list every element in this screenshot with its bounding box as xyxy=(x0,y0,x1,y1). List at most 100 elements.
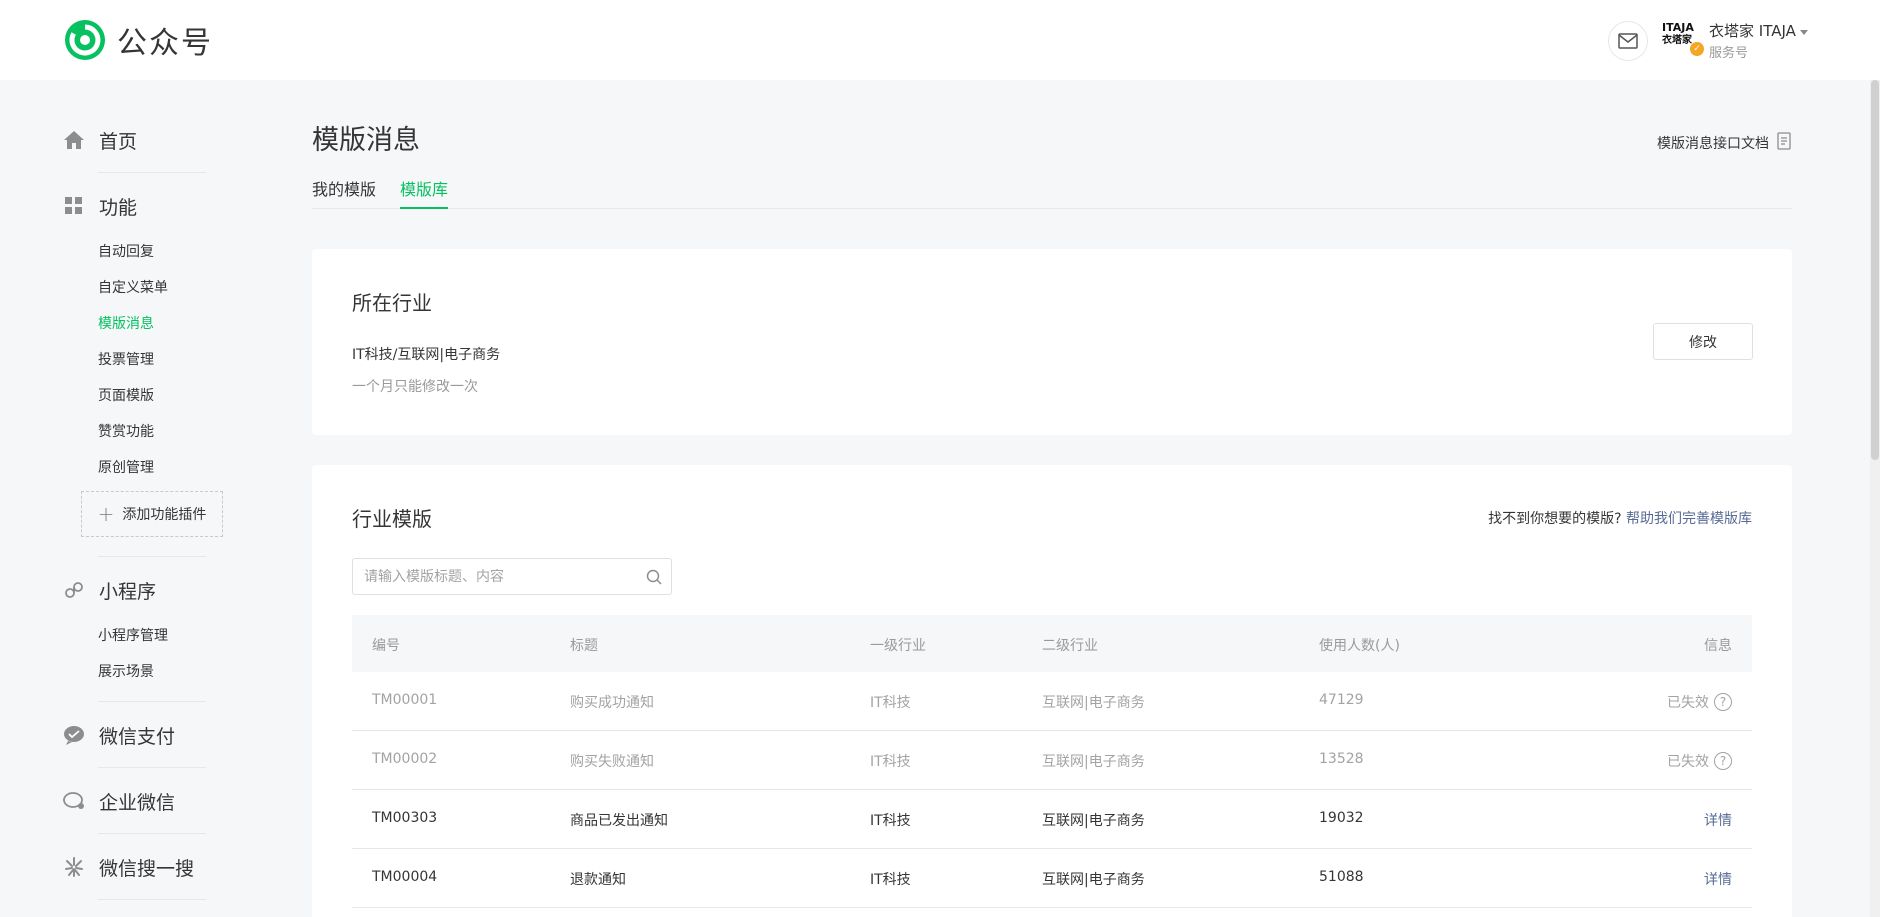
templates-table: 编号 标题 一级行业 二级行业 使用人数(人) 信息 TM00001 购买成功通… xyxy=(352,615,1752,908)
sidebar-item-wechat-pay[interactable]: 微信支付 xyxy=(63,720,175,750)
column-header-users: 使用人数(人) xyxy=(1319,638,1400,654)
details-link[interactable]: 详情 xyxy=(1704,869,1732,889)
sidebar-subitem-auto-reply[interactable]: 自动回复 xyxy=(98,241,154,261)
column-header-title: 标题 xyxy=(570,638,598,654)
question-icon[interactable]: ? xyxy=(1714,693,1732,711)
cell-title: 退款通知 xyxy=(570,872,626,888)
question-icon[interactable]: ? xyxy=(1714,752,1732,770)
cell-users: 19032 xyxy=(1319,810,1364,826)
cell-industry1: IT科技 xyxy=(870,872,911,888)
table-row: TM00001 购买成功通知 IT科技 互联网|电子商务 47129 已失效 ? xyxy=(352,672,1752,731)
tab-my-templates[interactable]: 我的模版 xyxy=(312,176,376,209)
sidebar-divider xyxy=(98,833,206,834)
details-link[interactable]: 详情 xyxy=(1704,810,1732,830)
sidebar-item-features[interactable]: 功能 xyxy=(63,191,137,221)
add-plugin-label: 添加功能插件 xyxy=(122,507,207,523)
cell-title: 商品已发出通知 xyxy=(570,813,668,829)
cell-industry1: IT科技 xyxy=(870,754,911,770)
cell-users: 47129 xyxy=(1319,692,1364,708)
template-search-box xyxy=(352,558,672,595)
sidebar-subitem-page-template[interactable]: 页面模版 xyxy=(98,385,154,405)
help-prefix: 找不到你想要的模版? xyxy=(1488,511,1622,527)
sidebar-item-wechat-search[interactable]: 微信搜一搜 xyxy=(63,852,194,882)
page-scrollbar[interactable] xyxy=(1870,80,1880,917)
cell-users: 13528 xyxy=(1319,751,1364,767)
account-type: 服务号 xyxy=(1709,46,1749,61)
sidebar-subitem-vote[interactable]: 投票管理 xyxy=(98,349,154,369)
column-header-industry1: 一级行业 xyxy=(870,638,926,654)
mail-icon xyxy=(1618,33,1638,49)
column-header-id: 编号 xyxy=(372,638,400,654)
sidebar-subitem-miniprogram-manage[interactable]: 小程序管理 xyxy=(98,625,168,645)
edit-industry-button[interactable]: 修改 xyxy=(1653,323,1753,360)
sidebar-divider xyxy=(98,767,206,768)
sidebar-divider xyxy=(98,172,206,173)
page-scrollbar-thumb[interactable] xyxy=(1871,80,1879,460)
account-avatar-line1: ITAJA xyxy=(1662,21,1694,34)
cell-industry2: 互联网|电子商务 xyxy=(1042,813,1145,829)
industry-templates-card: 行业模版 找不到你想要的模版? 帮助我们完善模版库 编号 标题 一级行业 二级行… xyxy=(312,465,1792,917)
document-icon xyxy=(1777,132,1791,154)
account-name[interactable]: 衣塔家 ITAJA xyxy=(1709,20,1796,41)
mail-button[interactable] xyxy=(1608,21,1648,61)
sidebar-item-label: 功能 xyxy=(99,196,138,219)
cell-info: 已失效 ? xyxy=(1667,692,1732,712)
column-header-industry2: 二级行业 xyxy=(1042,638,1098,654)
add-plugin-button[interactable]: + 添加功能插件 xyxy=(81,491,223,537)
api-doc-link[interactable]: 模版消息接口文档 xyxy=(1657,132,1791,154)
account-dropdown-arrow-icon[interactable] xyxy=(1800,30,1808,35)
sidebar-subitem-template-message[interactable]: 模版消息 xyxy=(98,313,154,333)
wechat-pay-icon xyxy=(63,724,85,746)
account-avatar[interactable]: ITAJA 衣塔家 ✓ xyxy=(1662,21,1704,56)
cell-id: TM00303 xyxy=(372,810,438,826)
cell-info: 已失效 ? xyxy=(1667,751,1732,771)
table-row: TM00002 购买失败通知 IT科技 互联网|电子商务 13528 已失效 ? xyxy=(352,731,1752,790)
top-header: 公众号 ITAJA 衣塔家 ✓ 衣塔家 ITAJA 服务号 xyxy=(0,0,1880,80)
home-icon xyxy=(63,129,85,151)
industry-title: 所在行业 xyxy=(352,291,432,315)
industry-card: 所在行业 IT科技/互联网|电子商务 一个月只能修改一次 修改 xyxy=(312,249,1792,435)
sidebar-divider xyxy=(98,556,206,557)
sidebar-subitem-reward[interactable]: 赞赏功能 xyxy=(98,421,154,441)
api-doc-link-label: 模版消息接口文档 xyxy=(1657,136,1769,152)
wechat-search-icon xyxy=(63,856,85,878)
sidebar-item-work-wechat[interactable]: 企业微信 xyxy=(63,786,175,816)
column-header-info: 信息 xyxy=(1704,638,1732,654)
sidebar-item-label: 小程序 xyxy=(99,580,157,603)
status-expired: 已失效 xyxy=(1667,754,1709,770)
sidebar-subitem-original[interactable]: 原创管理 xyxy=(98,457,154,477)
cell-industry2: 互联网|电子商务 xyxy=(1042,872,1145,888)
status-expired: 已失效 xyxy=(1667,695,1709,711)
template-tabs: 我的模版 模版库 xyxy=(312,176,1792,209)
plus-icon: + xyxy=(97,502,115,526)
table-row: TM00004 退款通知 IT科技 互联网|电子商务 51088 详情 xyxy=(352,849,1752,908)
sidebar-subitem-display-scene[interactable]: 展示场景 xyxy=(98,661,154,681)
cell-id: TM00002 xyxy=(372,751,438,767)
industry-value: IT科技/互联网|电子商务 xyxy=(352,347,501,363)
cell-title: 购买失败通知 xyxy=(570,754,654,770)
sidebar-subitem-custom-menu[interactable]: 自定义菜单 xyxy=(98,277,168,297)
help-improve-link[interactable]: 帮助我们完善模版库 xyxy=(1626,511,1752,527)
page-title: 模版消息 xyxy=(312,125,420,156)
sidebar-item-label: 企业微信 xyxy=(99,791,176,814)
template-search-input[interactable] xyxy=(353,568,637,585)
verified-badge-icon: ✓ xyxy=(1690,42,1704,56)
table-row: TM00303 商品已发出通知 IT科技 互联网|电子商务 19032 详情 xyxy=(352,790,1752,849)
wechat-official-logo[interactable]: 公众号 xyxy=(63,18,213,62)
cell-industry2: 互联网|电子商务 xyxy=(1042,754,1145,770)
cell-id: TM00004 xyxy=(372,869,438,885)
sidebar-item-label: 首页 xyxy=(99,130,138,153)
cell-id: TM00001 xyxy=(372,692,438,708)
work-wechat-icon xyxy=(63,790,85,812)
sidebar-item-home[interactable]: 首页 xyxy=(63,125,137,155)
sidebar-item-label: 微信支付 xyxy=(99,725,176,748)
miniprogram-icon xyxy=(63,579,85,601)
sidebar-nav: 首页 功能 自动回复 自定义菜单 模版消息 投票管理 页面模版 赞赏功能 原创管… xyxy=(0,80,260,917)
industry-templates-title: 行业模版 xyxy=(352,507,432,531)
tab-template-library[interactable]: 模版库 xyxy=(400,176,449,209)
sidebar-item-miniprogram[interactable]: 小程序 xyxy=(63,575,156,605)
cell-title: 购买成功通知 xyxy=(570,695,654,711)
search-icon[interactable] xyxy=(637,569,671,585)
sidebar-divider xyxy=(98,899,206,900)
help-text: 找不到你想要的模版? 帮助我们完善模版库 xyxy=(1488,508,1752,528)
